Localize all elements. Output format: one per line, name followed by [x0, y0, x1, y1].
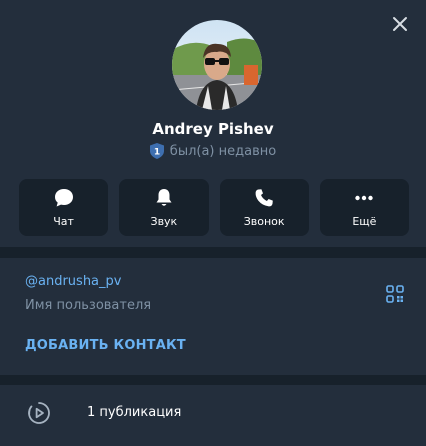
profile-name: Andrey Pishev [152, 120, 274, 138]
action-bar: Чат Звук Звонок Ещё [19, 179, 409, 236]
avatar-photo [172, 20, 262, 110]
more-dots-icon [353, 187, 375, 209]
shield-1-icon: 1 [149, 143, 164, 159]
profile-header: Andrey Pishev 1 был(а) недавно Чат Звук … [0, 0, 426, 247]
qr-code-button[interactable] [386, 285, 404, 303]
sound-label: Звук [150, 215, 178, 228]
bell-icon [153, 187, 175, 209]
call-button[interactable]: Звонок [219, 179, 309, 236]
close-button[interactable] [388, 12, 412, 36]
close-icon [393, 17, 407, 31]
info-panel: @andrusha_pv Имя пользователя ДОБАВИТЬ К… [0, 258, 426, 375]
chat-label: Чат [53, 215, 74, 228]
more-button[interactable]: Ещё [319, 179, 409, 236]
more-label: Ещё [352, 215, 377, 228]
posts-row[interactable]: 1 публикация [0, 385, 426, 446]
svg-text:1: 1 [154, 148, 160, 158]
qr-code-icon [386, 285, 404, 303]
posts-label: 1 публикация [87, 405, 182, 420]
username-caption: Имя пользователя [25, 298, 152, 313]
sound-button[interactable]: Звук [119, 179, 209, 236]
add-contact-button[interactable]: ДОБАВИТЬ КОНТАКТ [25, 338, 186, 353]
stories-play-icon [27, 401, 51, 425]
chat-bubble-icon [53, 187, 75, 209]
chat-button[interactable]: Чат [19, 179, 109, 236]
call-label: Звонок [243, 215, 285, 228]
phone-icon [253, 187, 275, 209]
profile-status: 1 был(а) недавно [0, 143, 426, 159]
username-link[interactable]: @andrusha_pv [25, 274, 121, 289]
avatar[interactable] [172, 20, 262, 110]
status-text: был(а) недавно [169, 143, 277, 159]
